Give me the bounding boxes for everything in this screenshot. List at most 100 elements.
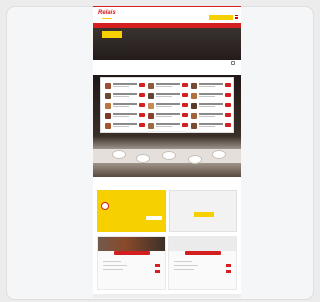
menu-row[interactable] (148, 112, 188, 121)
dish-name-line (156, 83, 180, 85)
restaurant-photo (93, 75, 241, 177)
info-line (174, 269, 194, 270)
price-tag (182, 113, 188, 117)
dish-desc-line (113, 126, 129, 127)
price-tag (139, 83, 145, 87)
website-preview: Relais (93, 6, 241, 298)
menu-column-3 (191, 82, 231, 132)
site-logo[interactable]: Relais (98, 10, 116, 17)
menu-card (100, 77, 234, 133)
dish-desc-line (113, 96, 129, 97)
menu-row[interactable] (105, 112, 145, 121)
info-line (103, 269, 123, 270)
loyalty-logo-icon (101, 202, 109, 210)
footer (93, 294, 241, 298)
dish-desc-line (156, 86, 172, 87)
info-line (103, 261, 121, 262)
price-tag (182, 93, 188, 97)
logo-underline (102, 18, 112, 19)
menu-row[interactable] (148, 92, 188, 101)
price-tag (182, 83, 188, 87)
dish-name-line (113, 113, 137, 115)
dish-desc-line (156, 126, 172, 127)
menu-row[interactable] (105, 92, 145, 101)
menu-row[interactable] (191, 92, 231, 101)
menu-icon[interactable] (235, 15, 238, 19)
hero-banner (93, 28, 241, 60)
order-photo (98, 237, 165, 251)
dish-name-line (113, 123, 137, 125)
dish-name-line (156, 103, 180, 105)
menu-row[interactable] (191, 122, 231, 131)
menu-row[interactable] (148, 82, 188, 91)
dish-thumbnail (191, 103, 197, 109)
order-row (93, 236, 241, 290)
dish-desc-line (199, 126, 215, 127)
dish-thumbnail (191, 113, 197, 119)
info-line (103, 265, 127, 266)
menu-row[interactable] (191, 102, 231, 111)
plate-graphic (213, 151, 225, 158)
plate-graphic (137, 155, 149, 162)
dish-desc-line (199, 116, 215, 117)
loyalty-promo (97, 190, 166, 232)
menu-row[interactable] (191, 112, 231, 121)
price-tag (139, 123, 145, 127)
dish-name-line (199, 93, 223, 95)
dish-name-line (156, 123, 180, 125)
plate-graphic (189, 156, 201, 163)
grid-icon[interactable] (231, 61, 235, 65)
dish-thumbnail (191, 123, 197, 129)
dish-thumbnail (148, 93, 154, 99)
dish-name-line (199, 83, 223, 85)
order-photo (169, 237, 236, 251)
loyalty-button[interactable] (146, 216, 162, 220)
dish-desc-line (156, 96, 172, 97)
menu-row[interactable] (148, 102, 188, 111)
gift-button[interactable] (194, 212, 214, 217)
dish-desc-line (113, 106, 129, 107)
price-tag (139, 103, 145, 107)
dish-thumbnail (105, 93, 111, 99)
dish-thumbnail (105, 103, 111, 109)
dish-thumbnail (148, 103, 154, 109)
menu-row[interactable] (191, 82, 231, 91)
dish-name-line (199, 113, 223, 115)
dish-desc-line (199, 106, 215, 107)
dish-desc-line (156, 106, 172, 107)
dish-name-line (113, 93, 137, 95)
dish-thumbnail (105, 123, 111, 129)
dish-desc-line (156, 116, 172, 117)
dish-desc-line (199, 96, 215, 97)
menu-column-1 (105, 82, 145, 132)
menu-column-2 (148, 82, 188, 132)
dish-thumbnail (191, 83, 197, 89)
info-line (174, 265, 198, 266)
menu-row[interactable] (148, 122, 188, 131)
order-button-right[interactable] (185, 251, 221, 255)
dish-thumbnail (148, 83, 154, 89)
order-button-left[interactable] (114, 251, 150, 255)
top-accent-line (93, 6, 241, 7)
menu-row[interactable] (105, 122, 145, 131)
dish-name-line (113, 103, 137, 105)
menu-row[interactable] (105, 102, 145, 111)
status-chip (226, 264, 231, 267)
order-card-left (97, 236, 166, 290)
status-chip (155, 270, 160, 273)
price-tag (225, 103, 231, 107)
dish-name-line (199, 103, 223, 105)
info-line (174, 261, 192, 262)
hero-badge[interactable] (102, 31, 122, 38)
plate-graphic (113, 151, 125, 158)
price-tag (225, 123, 231, 127)
header-cta-button[interactable] (209, 15, 233, 20)
dish-desc-line (113, 86, 129, 87)
price-tag (182, 103, 188, 107)
price-tag (139, 113, 145, 117)
plate-graphic (163, 152, 175, 159)
price-tag (225, 83, 231, 87)
menu-row[interactable] (105, 82, 145, 91)
view-menu-button[interactable] (148, 131, 186, 133)
status-chip (155, 264, 160, 267)
